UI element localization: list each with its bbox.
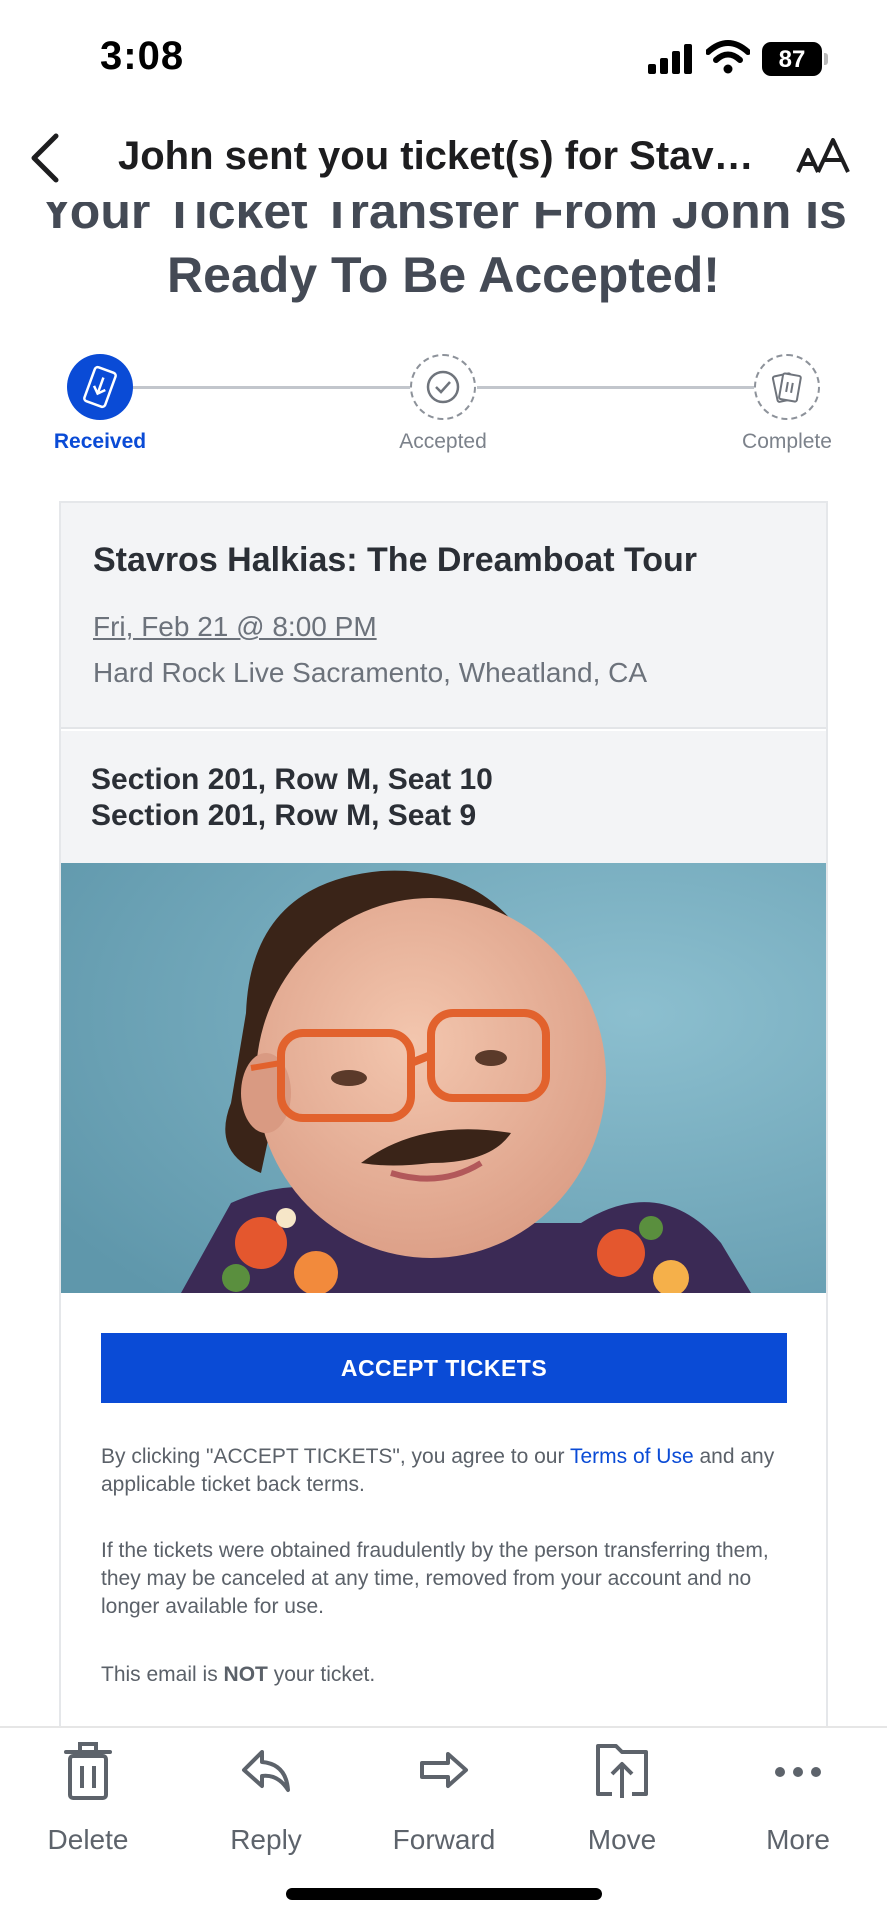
event-date-link[interactable]: Fri, Feb 21 @ 8:00 PM — [93, 611, 377, 643]
forward-label: Forward — [392, 1824, 496, 1855]
move-icon — [596, 1744, 648, 1798]
status-time: 3:08 — [100, 34, 185, 78]
terms-of-use-link[interactable]: Terms of Use — [570, 1445, 694, 1468]
step-connector — [477, 386, 755, 389]
ticket-download-icon — [83, 365, 117, 409]
terms-agreement-text: By clicking "ACCEPT TICKETS", you agree … — [101, 1445, 775, 1496]
delete-label: Delete — [47, 1824, 129, 1855]
step-accepted-circle — [410, 354, 476, 420]
move-label: Move — [587, 1824, 657, 1855]
delete-button[interactable]: Delete — [18, 1742, 158, 1862]
seat-line: Section 201, Row M, Seat 9 — [91, 799, 477, 832]
event-venue: Hard Rock Live Sacramento, Wheatland, CA — [93, 657, 648, 688]
forward-icon — [420, 1752, 468, 1788]
reply-button[interactable]: Reply — [196, 1742, 336, 1862]
battery-indicator: 87 — [762, 42, 828, 76]
event-info: Stavros Halkias: The Dreamboat Tour Fri,… — [61, 503, 826, 729]
headline-line-2: Ready To Be Accepted! — [167, 247, 720, 303]
step-label-complete: Complete — [742, 430, 832, 453]
ticket-card: Stavros Halkias: The Dreamboat Tour Fri,… — [59, 501, 828, 1726]
more-button[interactable]: More — [728, 1742, 868, 1862]
more-label: More — [766, 1824, 830, 1855]
email-content[interactable]: Your Ticket Transfer From John Is Ready … — [0, 0, 887, 1726]
seat-line: Section 201, Row M, Seat 10 — [91, 763, 493, 796]
forward-button[interactable]: Forward — [374, 1742, 514, 1862]
reply-icon — [242, 1750, 290, 1792]
fraud-notice-text: If the tickets were obtained fraudulentl… — [101, 1539, 769, 1618]
email-nav-bar: John sent you ticket(s) for Stavr... — [0, 112, 887, 202]
accept-tickets-button[interactable]: ACCEPT TICKETS — [101, 1333, 787, 1403]
home-indicator[interactable] — [286, 1888, 602, 1900]
back-chevron-icon[interactable] — [26, 130, 66, 186]
more-icon — [775, 1767, 821, 1777]
move-button[interactable]: Move — [552, 1742, 692, 1862]
reply-label: Reply — [230, 1824, 302, 1855]
wifi-icon — [706, 40, 750, 74]
step-label-received: Received — [53, 430, 147, 453]
step-label-accepted: Accepted — [399, 430, 487, 453]
step-complete-circle — [754, 354, 820, 420]
not-your-ticket-text: This email is NOT your ticket. — [101, 1663, 376, 1686]
artist-portrait-image — [61, 863, 826, 1293]
event-title: Stavros Halkias: The Dreamboat Tour — [93, 541, 697, 579]
seats-info: Section 201, Row M, Seat 10 Section 201,… — [61, 731, 826, 863]
check-circle-icon — [426, 370, 460, 404]
transfer-progress-stepper: Received Accepted Complete — [0, 354, 887, 474]
cellular-signal-icon — [648, 44, 692, 74]
battery-level: 87 — [778, 46, 806, 73]
artist-photo — [61, 863, 826, 1293]
tickets-icon — [771, 372, 802, 403]
text-size-icon[interactable] — [796, 138, 850, 178]
email-subject-title: John sent you ticket(s) for Stavr... — [118, 134, 758, 178]
step-received-circle — [67, 354, 133, 420]
status-bar: 3:08 87 — [0, 0, 887, 112]
trash-icon — [64, 1742, 112, 1800]
step-connector — [131, 386, 411, 389]
